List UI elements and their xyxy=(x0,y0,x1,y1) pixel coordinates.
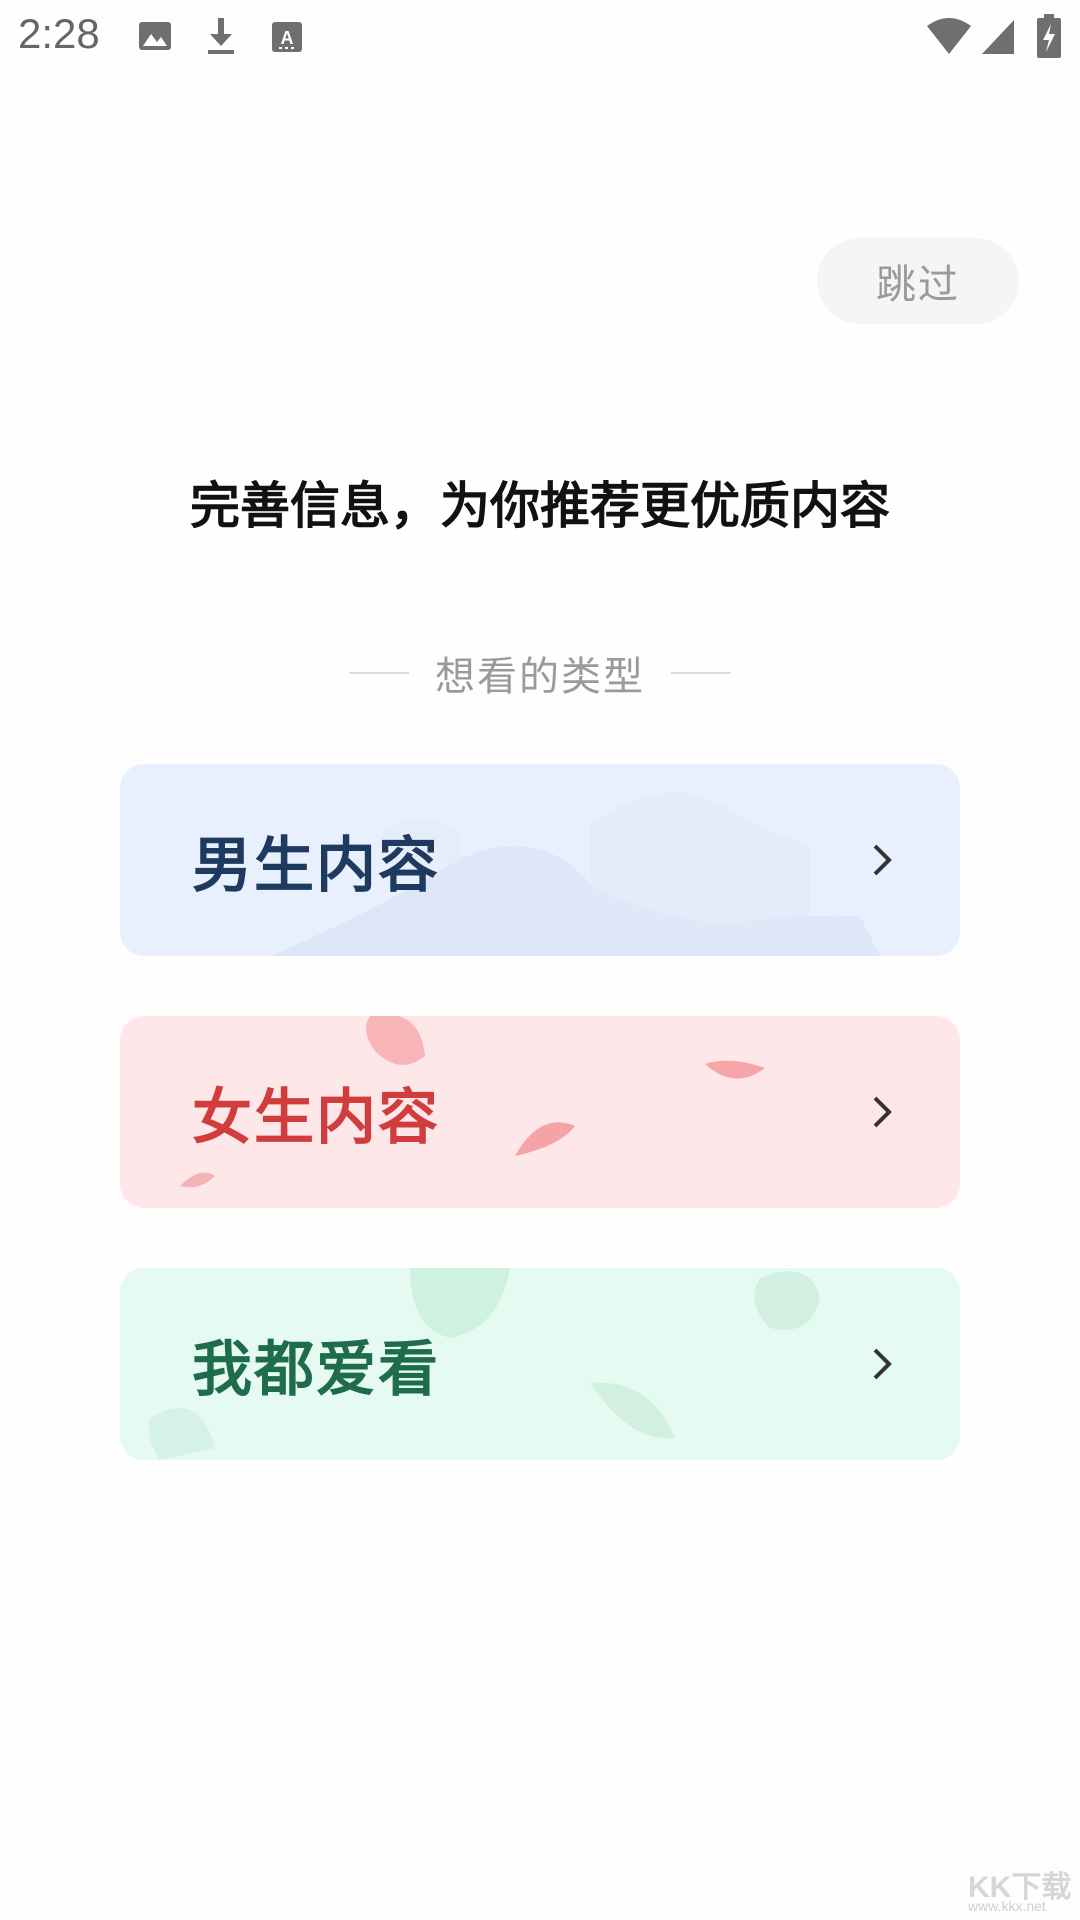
divider-left xyxy=(349,672,409,674)
status-bar: 2:28 A xyxy=(0,0,1080,72)
card-label: 男生内容 xyxy=(192,830,440,901)
female-content-card[interactable]: 女生内容 xyxy=(120,1016,960,1208)
card-label: 我都爱看 xyxy=(192,1334,440,1405)
male-content-card[interactable]: 男生内容 xyxy=(120,764,960,956)
keyboard-a-icon: A xyxy=(270,14,304,62)
svg-text:A: A xyxy=(281,28,294,48)
all-content-card[interactable]: 我都爱看 xyxy=(120,1268,960,1460)
chevron-right-icon xyxy=(873,1348,892,1380)
section-label-text: 想看的类型 xyxy=(435,654,645,700)
page-title: 完善信息，为你推荐更优质内容 xyxy=(190,477,890,535)
chevron-right-icon xyxy=(873,844,892,876)
watermark-logo: KK下载 www.kkx.net xyxy=(960,1862,1080,1920)
status-time: 2:28 xyxy=(18,10,100,57)
section-label: 想看的类型 xyxy=(0,644,1080,702)
image-icon xyxy=(138,14,172,62)
preference-screen: 2:28 A 跳过 完善信息，为你推荐更优质内容 想看的类型 男生内容 女生内容… xyxy=(0,0,1080,1920)
download-icon xyxy=(204,14,238,62)
chevron-right-icon xyxy=(873,1096,892,1128)
wifi-icon xyxy=(926,14,972,62)
skip-button[interactable]: 跳过 xyxy=(817,238,1019,324)
divider-right xyxy=(671,672,731,674)
battery-charging-icon xyxy=(1036,14,1062,64)
card-label: 女生内容 xyxy=(192,1082,440,1153)
watermark-url: www.kkx.net xyxy=(968,1898,1046,1914)
cell-signal-icon xyxy=(980,14,1016,62)
